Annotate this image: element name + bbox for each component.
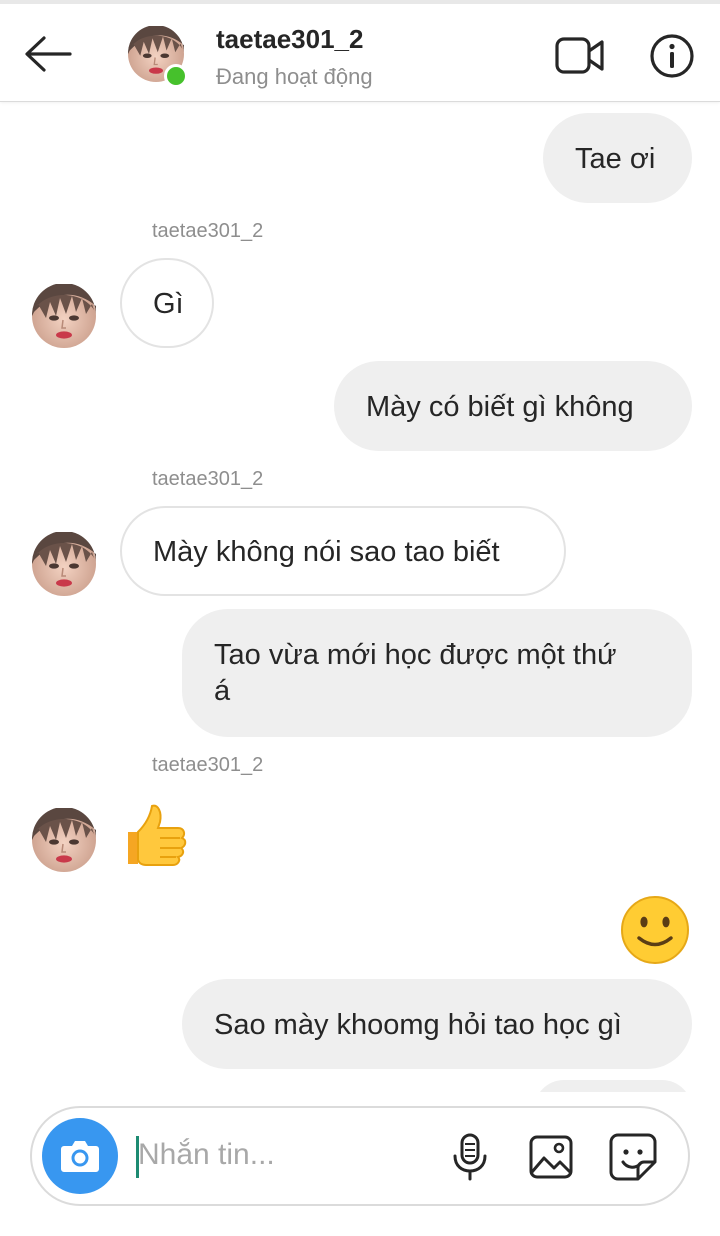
message-input[interactable]: Nhắn tin... — [138, 1138, 275, 1172]
sender-avatar[interactable] — [32, 532, 96, 596]
message-bubble[interactable]: Sao mày khoomg hỏi tao học gì — [182, 979, 692, 1069]
smiley-face-icon[interactable] — [620, 895, 690, 970]
gallery-icon[interactable] — [528, 1134, 574, 1180]
message-text: Mày có biết gì không — [366, 391, 634, 423]
sender-avatar[interactable] — [32, 284, 96, 348]
activity-status: Đang hoạt động — [216, 64, 373, 89]
message-text: Mày không nói sao tao biết — [153, 536, 500, 568]
back-arrow-icon[interactable] — [22, 32, 74, 76]
message-text: Sao mày khoomg hỏi tao học gì — [214, 1009, 622, 1041]
message-bubble[interactable]: Mày không nói sao tao biết — [120, 506, 566, 596]
sender-name: taetae301_2 — [152, 754, 264, 776]
sticker-icon[interactable] — [608, 1132, 658, 1182]
message-bubble[interactable]: Tae ơi — [543, 113, 692, 203]
message-bubble[interactable]: Tao vừa mới học được một thứ á — [182, 609, 692, 737]
message-text-line: Tao vừa mới học được một thứ — [214, 639, 617, 671]
sender-name: taetae301_2 — [152, 468, 264, 490]
info-icon[interactable] — [648, 32, 696, 80]
sender-avatar[interactable] — [32, 808, 96, 872]
chat-header: taetae301_2 Đang hoạt động — [0, 0, 720, 102]
partial-message-bubble — [534, 1080, 692, 1092]
message-text: Gì — [153, 288, 184, 320]
message-bubble[interactable]: Gì — [120, 258, 214, 348]
thumbs-up-icon[interactable] — [120, 800, 190, 875]
online-indicator — [164, 64, 188, 88]
camera-icon[interactable] — [42, 1118, 118, 1194]
video-call-icon[interactable] — [554, 34, 606, 78]
message-composer[interactable]: Nhắn tin... — [30, 1106, 690, 1206]
message-bubble[interactable]: Mày có biết gì không — [334, 361, 692, 451]
chat-username[interactable]: taetae301_2 — [216, 24, 363, 55]
message-text-line: á — [214, 675, 231, 707]
microphone-icon[interactable] — [450, 1132, 490, 1182]
sender-name: taetae301_2 — [152, 220, 264, 242]
message-text: Tae ơi — [575, 143, 656, 175]
